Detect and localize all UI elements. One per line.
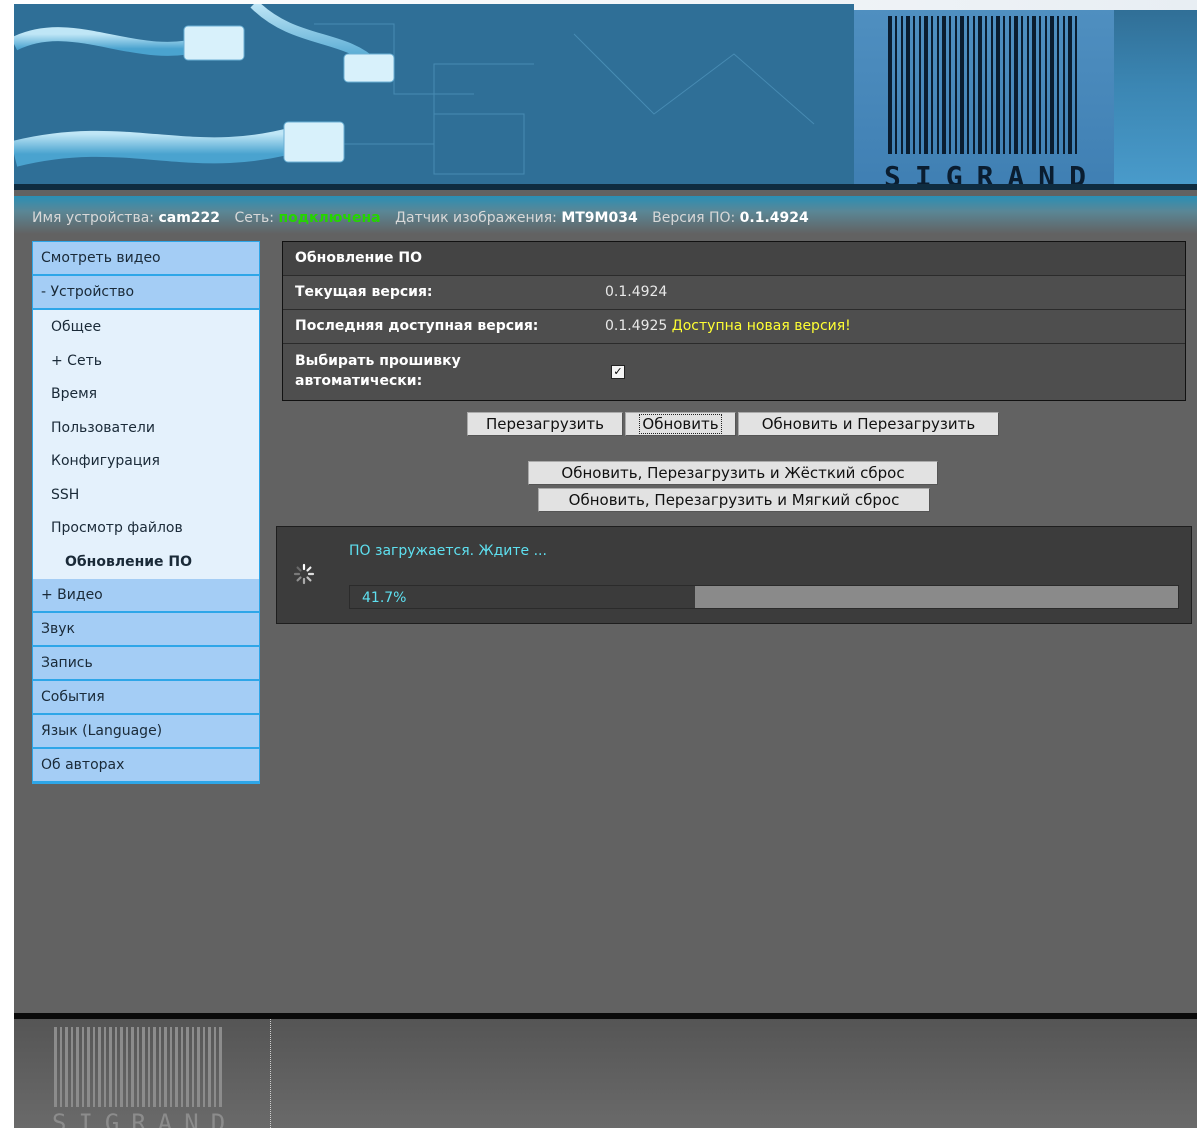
- header-banner: SIGRAND: [14, 0, 1197, 190]
- firmware-version-label: Версия ПО:: [652, 210, 736, 226]
- footer: SIGRAND: [14, 1019, 1197, 1128]
- latest-version-value: 0.1.4925: [605, 318, 668, 334]
- update-reboot-button-label: Обновить и Перезагрузить: [761, 415, 976, 433]
- footer-barcode-graphic: [54, 1027, 224, 1107]
- sidebar-item-ssh[interactable]: SSH: [33, 479, 259, 513]
- reboot-button-label: Перезагрузить: [485, 415, 604, 433]
- panel-title: Обновление ПО: [283, 242, 1185, 276]
- sidebar-item-about[interactable]: Об авторах: [33, 749, 259, 783]
- sidebar-item-file-browser[interactable]: Просмотр файлов: [33, 512, 259, 546]
- latest-version-cell: 0.1.4925 Доступна новая версия!: [605, 310, 851, 343]
- update-reboot-hard-reset-label: Обновить, Перезагрузить и Жёсткий сброс: [561, 464, 905, 482]
- footer-logo: SIGRAND: [50, 1027, 240, 1128]
- current-version-row: Текущая версия: 0.1.4924: [283, 276, 1185, 310]
- sidebar-item-firmware-update[interactable]: Обновление ПО: [33, 546, 259, 580]
- current-version-value: 0.1.4924: [605, 284, 668, 300]
- sidebar-item-time[interactable]: Время: [33, 378, 259, 412]
- sidebar-item-events[interactable]: События: [33, 681, 259, 715]
- sidebar-item-configuration[interactable]: Конфигурация: [33, 445, 259, 479]
- sidebar-device-submenu: Общее + Сеть Время Пользователи Конфигур…: [33, 310, 259, 579]
- sidebar-item-video[interactable]: + Видео: [33, 579, 259, 613]
- sensor-label: Датчик изображения:: [395, 210, 557, 226]
- latest-version-label: Последняя доступная версия:: [295, 318, 539, 334]
- sidebar-item-audio[interactable]: Звук: [33, 613, 259, 647]
- update-reboot-button[interactable]: Обновить и Перезагрузить: [738, 412, 999, 436]
- barcode-graphic: [888, 16, 1078, 154]
- update-reboot-soft-reset-button[interactable]: Обновить, Перезагрузить и Мягкий сброс: [538, 488, 930, 512]
- sidebar-item-network[interactable]: + Сеть: [33, 345, 259, 379]
- banner-bottom-stripe: [14, 184, 1197, 190]
- sidebar-item-users[interactable]: Пользователи: [33, 412, 259, 446]
- update-button[interactable]: Обновить: [625, 412, 736, 436]
- auto-firmware-checkbox[interactable]: ✓: [611, 365, 625, 379]
- banner-logo: SIGRAND: [854, 10, 1114, 190]
- upload-progress-percent: 41.7%: [362, 590, 407, 606]
- device-name-value: cam222: [158, 210, 221, 226]
- sidebar-item-recording[interactable]: Запись: [33, 647, 259, 681]
- auto-firmware-row: Выбирать прошивку автоматически: ✓: [283, 344, 1185, 400]
- upload-progress-bar: 41.7%: [349, 585, 1179, 609]
- reboot-button[interactable]: Перезагрузить: [467, 412, 623, 436]
- sidebar-item-general[interactable]: Общее: [33, 311, 259, 345]
- sidebar-item-watch-video[interactable]: Смотреть видео: [33, 242, 259, 276]
- firmware-version-value: 0.1.4924: [739, 210, 809, 226]
- footer-divider: [270, 1019, 271, 1128]
- auto-firmware-label: Выбирать прошивку автоматически:: [295, 353, 461, 389]
- page: SIGRAND Имя устройства: cam222 Сеть: под…: [14, 0, 1197, 1128]
- sidebar-item-language[interactable]: Язык (Language): [33, 715, 259, 749]
- update-button-label: Обновить: [639, 414, 722, 434]
- footer-logo-text: SIGRAND: [52, 1109, 238, 1128]
- status-bar: Имя устройства: cam222 Сеть: подключена …: [14, 196, 1197, 234]
- new-version-notice: Доступна новая версия!: [671, 318, 851, 334]
- upload-status-message: ПО загружается. Ждите ...: [349, 543, 547, 559]
- update-reboot-hard-reset-button[interactable]: Обновить, Перезагрузить и Жёсткий сброс: [528, 461, 938, 485]
- banner-cables-image: [14, 4, 854, 190]
- network-label: Сеть:: [234, 210, 274, 226]
- sensor-value: MT9M034: [561, 210, 638, 226]
- latest-version-row: Последняя доступная версия: 0.1.4925 Дос…: [283, 310, 1185, 344]
- firmware-update-panel: Обновление ПО Текущая версия: 0.1.4924 П…: [282, 241, 1186, 401]
- update-reboot-soft-reset-label: Обновить, Перезагрузить и Мягкий сброс: [568, 491, 900, 509]
- loading-spinner-icon: [293, 563, 315, 585]
- upload-progress-panel: ПО загружается. Ждите ... 41.7%: [276, 526, 1192, 624]
- sidebar-item-device[interactable]: - Устройство: [33, 276, 259, 310]
- network-status-value: подключена: [278, 210, 381, 226]
- sidebar-nav: Смотреть видео - Устройство Общее + Сеть…: [32, 241, 260, 784]
- current-version-label: Текущая версия:: [295, 284, 433, 300]
- device-name-label: Имя устройства:: [32, 210, 154, 226]
